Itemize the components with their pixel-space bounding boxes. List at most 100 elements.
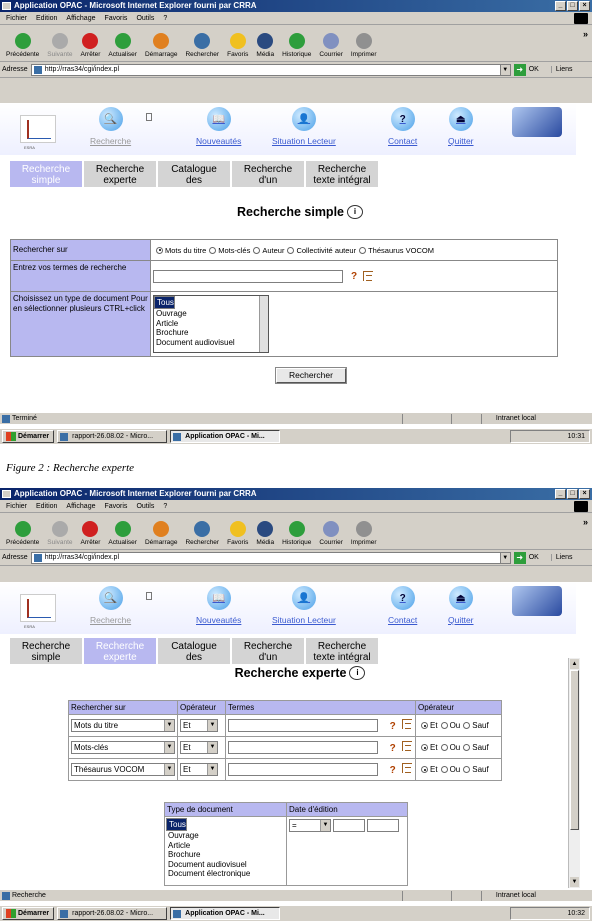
toolbar-button-5[interactable]: Rechercher xyxy=(181,513,223,549)
toolbar-button-8[interactable]: Historique xyxy=(278,25,315,61)
address-input[interactable]: http://rras34/cgi/index.pl ▼ xyxy=(30,551,511,564)
bool-radio-2[interactable] xyxy=(463,766,471,774)
bool-radio-1[interactable] xyxy=(440,722,448,730)
more-chevron-icon[interactable]: » xyxy=(583,517,588,527)
nav-reader[interactable]: 👤 Situation Lecteur xyxy=(272,107,336,146)
submit-search-button[interactable]: Rechercher xyxy=(275,367,347,384)
tab-3[interactable]: Recherche d'un xyxy=(232,638,304,664)
list-item[interactable]: Brochure xyxy=(154,328,268,338)
list-item[interactable]: Article xyxy=(154,319,268,329)
menu-item-5[interactable]: ? xyxy=(163,12,167,24)
start-button[interactable]: Démarrer xyxy=(2,907,55,920)
nav-exit[interactable]: ⏏ Quitter xyxy=(448,107,474,146)
terms-input[interactable] xyxy=(228,763,378,776)
menu-item-0[interactable]: Fichier xyxy=(6,12,27,24)
toolbar-button-6[interactable]: Favoris xyxy=(223,513,252,549)
list-item[interactable]: Ouvrage xyxy=(166,831,282,841)
menu-item-3[interactable]: Favoris xyxy=(104,500,127,512)
page-scrollbar[interactable]: ▲ ▼ xyxy=(568,658,580,888)
list-item[interactable]: Document audiovisuel xyxy=(166,860,282,870)
menu-item-1[interactable]: Edition xyxy=(36,12,57,24)
field-select[interactable]: Mots du titre ▼ xyxy=(71,719,175,732)
toolbar-button-0[interactable]: Précédente xyxy=(2,25,43,61)
menu-item-4[interactable]: Outils xyxy=(136,500,154,512)
scroll-thumb[interactable] xyxy=(570,670,579,830)
thesaurus-icon[interactable] xyxy=(401,763,412,773)
toolbar-button-4[interactable]: Démarrage xyxy=(141,25,182,61)
operator-select[interactable]: Et ▼ xyxy=(180,741,218,754)
tab-1[interactable]: Recherche experte xyxy=(84,638,156,664)
tab-2[interactable]: Catalogue des xyxy=(158,638,230,664)
nav-reader[interactable]: 👤 Situation Lecteur xyxy=(272,586,336,625)
nav-newbook[interactable]: 📖 Nouveautés xyxy=(196,107,241,146)
toolbar-button-4[interactable]: Démarrage xyxy=(141,513,182,549)
nav-contact[interactable]: ? Contact xyxy=(388,107,417,146)
radio-4[interactable] xyxy=(359,246,367,254)
close-button[interactable]: × xyxy=(579,1,590,11)
nav-newbook[interactable]: 📖 Nouveautés xyxy=(196,586,241,625)
list-item[interactable]: Ouvrage xyxy=(154,309,268,319)
maximize-button[interactable]: □ xyxy=(567,489,578,499)
help-icon[interactable]: ? xyxy=(390,721,396,732)
operator-select[interactable]: Et ▼ xyxy=(180,763,218,776)
menu-item-1[interactable]: Edition xyxy=(36,500,57,512)
terms-input[interactable] xyxy=(228,741,378,754)
taskbar-task-0[interactable]: rapport-26.08.02 - Micro... xyxy=(57,430,168,443)
menu-item-5[interactable]: ? xyxy=(163,500,167,512)
go-button[interactable]: OK xyxy=(529,66,539,73)
date-input-2[interactable] xyxy=(367,819,400,832)
tab-3[interactable]: Recherche d'un xyxy=(232,161,304,187)
scroll-down-icon[interactable]: ▼ xyxy=(570,877,579,887)
address-input[interactable]: http://rras34/cgi/index.pl ▼ xyxy=(30,63,511,76)
toolbar-button-8[interactable]: Historique xyxy=(278,513,315,549)
date-input-1[interactable] xyxy=(333,819,366,832)
chevron-down-icon[interactable]: ▼ xyxy=(499,64,510,75)
links-button[interactable]: Liens xyxy=(550,554,573,561)
tab-0[interactable]: Recherche simple xyxy=(10,161,82,187)
bool-radio-0[interactable] xyxy=(421,766,428,774)
radio-2[interactable] xyxy=(253,246,261,254)
bool-radio-0[interactable] xyxy=(421,744,428,752)
toolbar-button-1[interactable]: Suivante xyxy=(43,25,76,61)
bool-radio-2[interactable] xyxy=(463,722,471,730)
toolbar-button-7[interactable]: Média xyxy=(252,513,278,549)
menu-item-3[interactable]: Favoris xyxy=(104,12,127,24)
list-item[interactable]: Article xyxy=(166,841,282,851)
terms-input[interactable] xyxy=(228,719,378,732)
bool-radio-1[interactable] xyxy=(440,766,448,774)
toolbar-button-2[interactable]: Arrêter xyxy=(77,25,105,61)
radio-1[interactable] xyxy=(209,246,217,254)
taskbar-task-1[interactable]: Application OPAC - Mi... xyxy=(170,907,281,920)
go-arrow-icon[interactable]: ➜ xyxy=(513,63,526,76)
thesaurus-icon[interactable] xyxy=(401,741,412,751)
info-icon[interactable]: i xyxy=(349,666,366,680)
toolbar-button-9[interactable]: Courrier xyxy=(315,513,346,549)
list-item[interactable]: Document audiovisuel xyxy=(154,338,268,348)
toolbar-button-3[interactable]: Actualiser xyxy=(104,513,141,549)
menu-item-2[interactable]: Affichage xyxy=(66,12,95,24)
doctype-listbox[interactable]: Tous Ouvrage Article Brochure Document audio… xyxy=(166,818,282,884)
list-item[interactable]: Document électronique xyxy=(166,869,282,879)
nav-exit[interactable]: ⏏ Quitter xyxy=(448,586,474,625)
minimize-button[interactable]: _ xyxy=(555,489,566,499)
links-button[interactable]: Liens xyxy=(550,66,573,73)
radio-3[interactable] xyxy=(287,246,295,254)
start-button[interactable]: Démarrer xyxy=(2,430,55,443)
help-icon[interactable]: ? xyxy=(390,765,396,776)
bool-radio-0[interactable] xyxy=(421,722,428,730)
menu-item-0[interactable]: Fichier xyxy=(6,500,27,512)
go-arrow-icon[interactable]: ➜ xyxy=(513,551,526,564)
menu-item-4[interactable]: Outils xyxy=(136,12,154,24)
tab-4[interactable]: Recherche texte intégral xyxy=(306,638,378,664)
info-icon[interactable]: i xyxy=(347,205,363,219)
taskbar-task-0[interactable]: rapport-26.08.02 - Micro... xyxy=(57,907,168,920)
tab-0[interactable]: Recherche simple xyxy=(10,638,82,664)
toolbar-button-7[interactable]: Média xyxy=(252,25,278,61)
bool-radio-1[interactable] xyxy=(440,744,448,752)
list-item[interactable]: Brochure xyxy=(166,850,282,860)
nav-magnifier[interactable]: 🔍 Recherche xyxy=(90,107,131,146)
toolbar-button-10[interactable]: Imprimer xyxy=(347,25,381,61)
toolbar-button-5[interactable]: Rechercher xyxy=(181,25,223,61)
close-button[interactable]: × xyxy=(579,489,590,499)
nav-magnifier[interactable]: 🔍 Recherche xyxy=(90,586,131,625)
